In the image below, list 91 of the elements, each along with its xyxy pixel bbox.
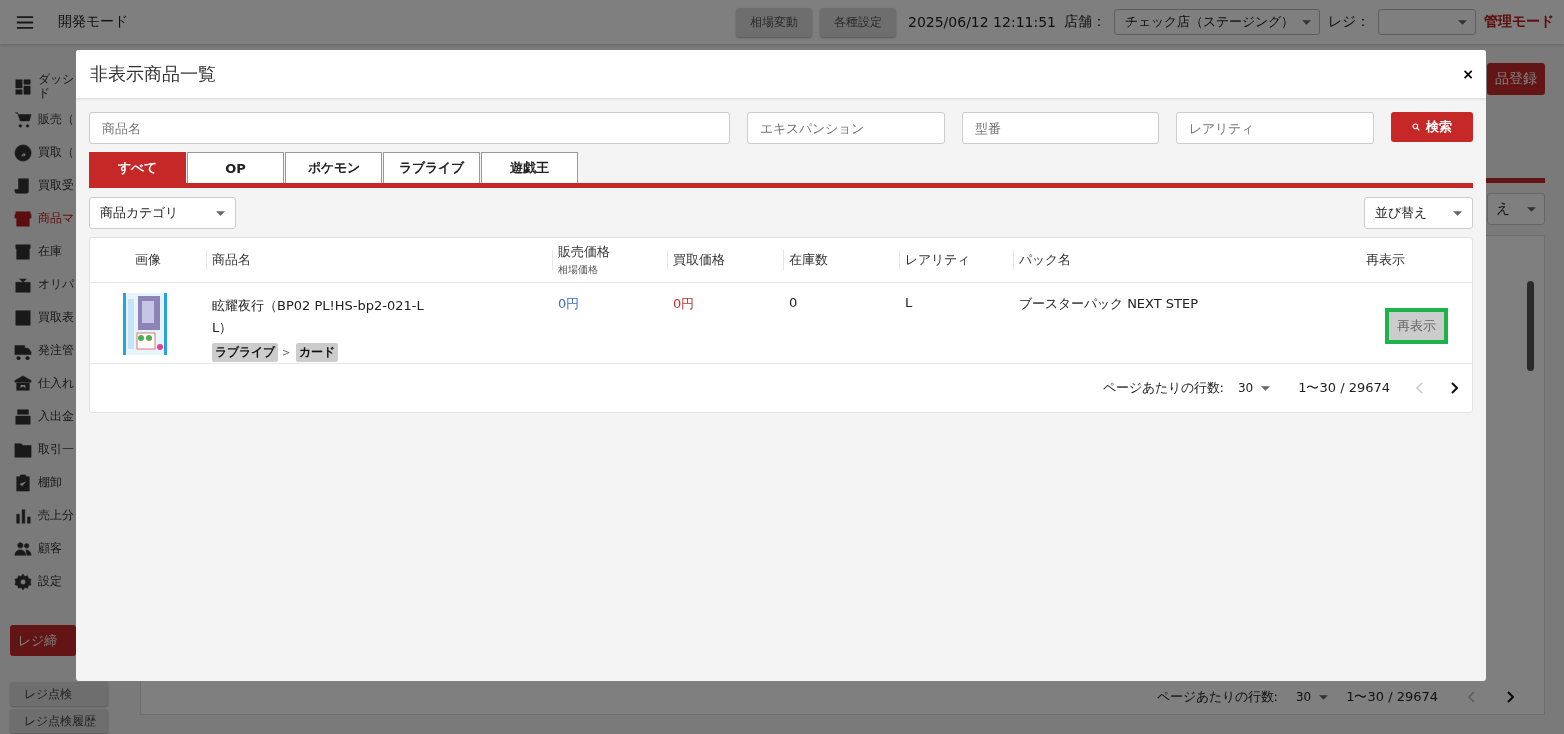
next-page-icon[interactable] xyxy=(1450,382,1458,394)
sidebar-item[interactable]: オリパ xyxy=(0,268,76,301)
stock-count: 0 xyxy=(789,295,799,310)
column-header: 在庫数 xyxy=(789,251,829,269)
register-product-button[interactable]: 品登録 xyxy=(1487,63,1545,95)
buy-price: 0円 xyxy=(673,295,696,313)
rows-per-page-select[interactable]: 30 xyxy=(1295,690,1329,704)
column-header: 再表示 xyxy=(1366,251,1406,269)
menu-icon[interactable] xyxy=(16,15,34,29)
filter-field[interactable]: エキスパンション xyxy=(746,112,945,144)
sidebar-button[interactable]: レジ締 xyxy=(10,625,76,656)
clipboard-icon xyxy=(14,473,32,492)
caret-icon xyxy=(1527,206,1536,212)
search-icon xyxy=(1412,123,1421,131)
app-title: 開発モード xyxy=(58,13,128,31)
caret-icon xyxy=(1261,385,1271,391)
column-header: レアリティ xyxy=(905,251,971,269)
caret-icon xyxy=(1319,694,1329,700)
scrollbar[interactable] xyxy=(1527,281,1534,371)
pack-name: ブースターパック NEXT STEP xyxy=(1019,295,1200,313)
sidebar-item[interactable]: 売上分 xyxy=(0,499,76,532)
filter-field[interactable]: 商品名 xyxy=(89,112,730,144)
sidebar-item[interactable]: 棚卸 xyxy=(0,466,76,499)
sidebar-item[interactable]: 買取（ xyxy=(0,136,76,169)
caret-icon xyxy=(1302,19,1311,25)
column-header: 買取価格 xyxy=(673,251,726,269)
dialog-title: 非表示商品一覧 xyxy=(90,62,216,86)
toolbar-button[interactable]: 各種設定 xyxy=(819,7,896,37)
column-header: 販売価格 xyxy=(558,243,611,261)
category-tab[interactable]: すべて xyxy=(89,152,186,183)
rows-per-page-label: ページあたりの行数: xyxy=(1156,688,1278,706)
bank-icon xyxy=(14,374,32,393)
sort-select[interactable]: 並び替え xyxy=(1364,197,1473,229)
settings-icon xyxy=(14,572,32,591)
category-tab[interactable]: 遊戯王 xyxy=(481,152,578,183)
sidebar-item[interactable]: 発注管 xyxy=(0,334,76,367)
caret-icon xyxy=(1453,210,1462,216)
search-button[interactable]: 検索 xyxy=(1391,112,1473,142)
register-label: レジ： xyxy=(1328,13,1370,31)
sidebar-item[interactable]: 取引一 xyxy=(0,433,76,466)
sidebar-item[interactable]: ダッシ ド xyxy=(0,70,76,103)
datetime: 2025/06/12 12:11:51 xyxy=(907,14,1056,30)
sidebar-item[interactable]: 顧客 xyxy=(0,532,76,565)
sidebar-button[interactable]: レジ点検 xyxy=(10,682,108,706)
caret-icon xyxy=(216,210,225,216)
store-label: 店舗： xyxy=(1064,13,1106,31)
register-select[interactable] xyxy=(1378,9,1476,35)
store-select[interactable]: チェック店（ステージング） xyxy=(1114,9,1320,35)
sidebar-item[interactable]: 商品マ xyxy=(0,202,76,235)
category-select[interactable]: 商品カテゴリ xyxy=(89,197,236,229)
caret-icon xyxy=(1458,19,1467,25)
store-icon xyxy=(14,209,32,228)
sell-price: 0円 xyxy=(558,295,581,313)
dashboard-icon xyxy=(14,77,32,96)
close-button[interactable]: × xyxy=(1460,66,1476,82)
previous-page-icon[interactable] xyxy=(1468,691,1476,703)
breadcrumb-separator: > xyxy=(282,347,291,358)
column-header: 商品名 xyxy=(212,251,252,269)
folder-icon xyxy=(14,440,32,459)
filter-field[interactable]: 型番 xyxy=(961,112,1160,144)
category-tab[interactable]: ポケモン xyxy=(285,152,382,183)
category-tab[interactable]: ラブライブ xyxy=(383,152,480,183)
sort-select[interactable]: え xyxy=(1487,193,1545,225)
mode-label: 管理モード xyxy=(1484,13,1554,31)
tag: カード xyxy=(296,343,339,362)
rows-per-page-select[interactable]: 30 xyxy=(1237,381,1271,395)
column-header: パック名 xyxy=(1019,251,1072,269)
filter-field[interactable]: レアリティ xyxy=(1176,112,1375,144)
sidebar-item[interactable]: 在庫 xyxy=(0,235,76,268)
page-range: 1〜30 / 29674 xyxy=(1298,379,1390,397)
bar-chart-icon xyxy=(14,506,32,525)
sidebar-item[interactable]: 買取表 xyxy=(0,301,76,334)
toolbar-button[interactable]: 相場変動 xyxy=(735,7,812,37)
cart-icon xyxy=(14,110,32,129)
rarity: L xyxy=(905,295,914,310)
archive-icon xyxy=(14,242,32,261)
tag: ラブライブ xyxy=(212,343,278,362)
sidebar-item[interactable]: 設定 xyxy=(0,565,76,598)
column-subheader: 相場価格 xyxy=(558,263,599,277)
redisplay-button[interactable]: 再表示 xyxy=(1385,308,1448,344)
column-header: 画像 xyxy=(135,251,161,269)
category-tab[interactable]: OP xyxy=(187,152,284,183)
sidebar-button[interactable]: レジ点検履歴 xyxy=(10,709,108,733)
rows-per-page-label: ページあたりの行数: xyxy=(1102,379,1224,397)
page-range: 1〜30 / 29674 xyxy=(1346,688,1438,706)
sidebar-item[interactable]: 販売（ xyxy=(0,103,76,136)
sidebar-item[interactable]: 入出金 xyxy=(0,400,76,433)
sidebar-item[interactable]: 買取受 xyxy=(0,169,76,202)
sidebar-item[interactable]: 仕入れ xyxy=(0,367,76,400)
people-icon xyxy=(14,539,32,558)
product-name: 眩耀夜行（BP02 PL!HS-bp2-021-L L） xyxy=(212,297,425,337)
